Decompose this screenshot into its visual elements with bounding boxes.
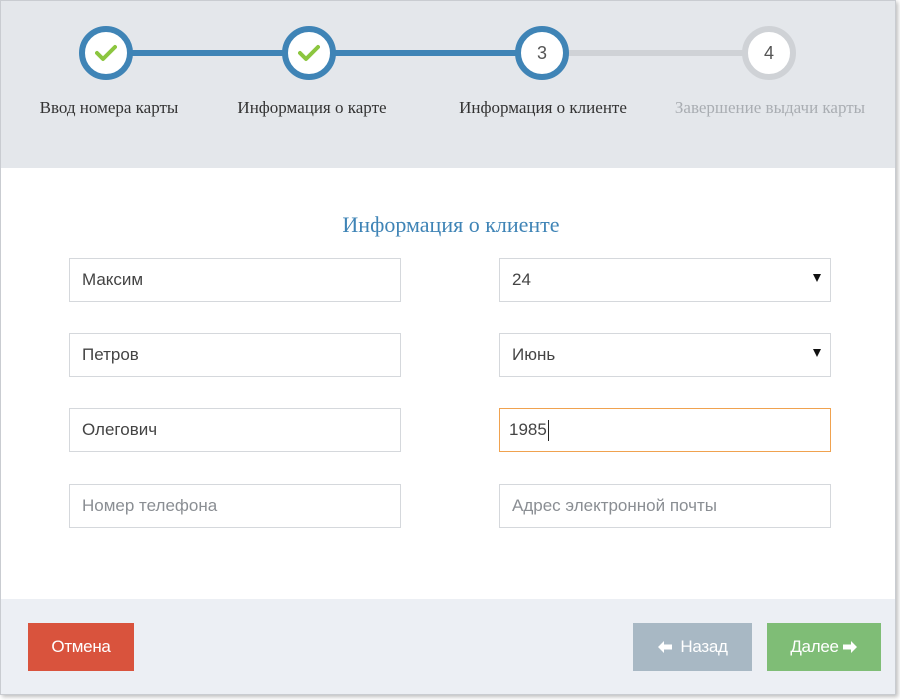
cancel-button-label: Отмена [51, 637, 111, 656]
middle-name-value: Олегович [82, 420, 158, 439]
next-button[interactable]: Далее [767, 623, 881, 671]
birth-year-input[interactable]: 1985 [499, 408, 831, 452]
step-4-circle: 4 [742, 26, 796, 80]
next-button-label: Далее [790, 637, 839, 656]
birth-year-value: 1985 [509, 420, 547, 439]
phone-input[interactable]: Номер телефона [69, 484, 401, 528]
birth-month-select[interactable]: Июнь [499, 333, 831, 377]
cancel-button[interactable]: Отмена [28, 623, 134, 671]
step-1-circle [79, 26, 133, 80]
step-4-label: Завершение выдачи карты [674, 98, 866, 117]
dialog-footer [1, 599, 895, 694]
step-1-label: Ввод номера карты [39, 98, 179, 117]
step-2-circle [282, 26, 336, 80]
step-3-circle: 3 [515, 26, 569, 80]
birth-day-select[interactable]: 24 [499, 258, 831, 302]
email-input[interactable]: Адрес электронной почты [499, 484, 831, 528]
step-4-number: 4 [763, 42, 774, 63]
last-name-input[interactable]: Петров [69, 333, 401, 377]
middle-name-input[interactable]: Олегович [69, 408, 401, 452]
first-name-value: Максим [82, 270, 144, 289]
arrow-left-icon [658, 641, 673, 653]
last-name-value: Петров [82, 345, 139, 364]
card-issue-dialog: 3 4 Ввод номера карты Информация о карте… [0, 0, 896, 695]
back-button-label: Назад [680, 637, 728, 656]
step-2-label: Информация о карте [237, 98, 387, 117]
dropdown-arrow-icon [813, 349, 821, 357]
dropdown-arrow-icon [813, 274, 821, 282]
birth-day-value: 24 [512, 270, 531, 289]
birth-month-value: Июнь [512, 345, 556, 364]
step-3-number: 3 [536, 42, 547, 63]
check-icon [298, 45, 320, 61]
stepper: 3 4 Ввод номера карты Информация о карте… [1, 1, 895, 168]
text-caret [547, 419, 549, 441]
check-icon [95, 45, 117, 61]
step-3-label: Информация о клиенте [459, 98, 627, 117]
form-title: Информация о клиенте [342, 212, 560, 237]
arrow-right-icon [842, 641, 857, 653]
back-button[interactable]: Назад [633, 623, 752, 671]
first-name-input[interactable]: Максим [69, 258, 401, 302]
email-placeholder: Адрес электронной почты [512, 496, 717, 515]
phone-placeholder: Номер телефона [82, 496, 218, 515]
